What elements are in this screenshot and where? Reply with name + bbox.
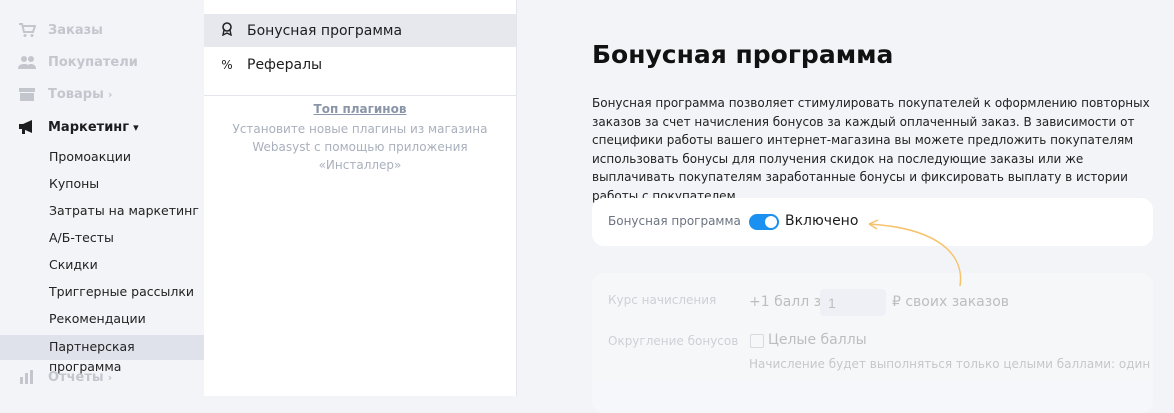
sidebar-item-reports[interactable]: Отчеты ›	[18, 365, 112, 389]
sidebar-item-marketing[interactable]: Маркетинг ▾	[18, 115, 139, 139]
sidebar-item-label: Отчеты	[48, 369, 104, 385]
sidebar-item-label: Маркетинг	[48, 119, 130, 135]
sidebar-item-orders[interactable]: Заказы	[18, 18, 103, 42]
chevron-right-icon: ›	[107, 87, 113, 101]
top-plugins-description: Установите новые плагины из магазина Web…	[232, 122, 488, 172]
sidebar-item-customers[interactable]: Покупатели	[18, 50, 138, 74]
plugin-item-label: Рефералы	[247, 56, 323, 73]
chevron-down-icon: ▾	[133, 120, 139, 134]
sidebar: Заказы Покупатели Товары › Маркетинг ▾ П…	[0, 0, 204, 396]
sidebar-sub-coupons[interactable]: Купоны	[49, 174, 99, 194]
megaphone-icon	[19, 120, 32, 134]
sidebar-item-label: Заказы	[48, 22, 103, 38]
sidebar-item-label: Покупатели	[48, 54, 138, 70]
annotation-arrow	[868, 219, 962, 287]
sidebar-sub-ab-tests[interactable]: А/Б-тесты	[49, 228, 114, 248]
divider	[204, 95, 516, 96]
cart-icon	[19, 23, 36, 37]
percent-icon: %	[221, 57, 233, 72]
main-content: Бонусная программа Бонусная программа по…	[517, 0, 1174, 413]
sidebar-item-label: Товары	[48, 86, 104, 102]
sidebar-sub-promo[interactable]: Промоакции	[49, 147, 131, 167]
plugin-item-label: Бонусная программа	[247, 22, 403, 39]
chevron-right-icon: ›	[107, 370, 113, 384]
plugins-panel: Бонусная программа % Рефералы Топ плагин…	[204, 0, 517, 396]
plugin-item-referrals[interactable]: % Рефералы	[204, 48, 516, 81]
sidebar-sub-affiliate[interactable]: Партнерская программа	[49, 337, 204, 374]
sidebar-item-products[interactable]: Товары ›	[18, 82, 112, 106]
box-icon	[19, 88, 35, 101]
top-plugins-link[interactable]: Топ плагинов	[204, 102, 516, 116]
chart-icon	[20, 370, 33, 384]
sidebar-sub-recommendations[interactable]: Рекомендации	[49, 309, 146, 329]
users-icon	[18, 56, 36, 69]
ribbon-icon	[219, 22, 235, 39]
sidebar-sub-marketing-costs[interactable]: Затраты на маркетинг	[49, 201, 199, 221]
plugin-item-bonus[interactable]: Бонусная программа	[204, 14, 516, 47]
sidebar-sub-discounts[interactable]: Скидки	[49, 255, 98, 275]
sidebar-sub-trigger-mailings[interactable]: Триггерные рассылки	[49, 282, 194, 302]
